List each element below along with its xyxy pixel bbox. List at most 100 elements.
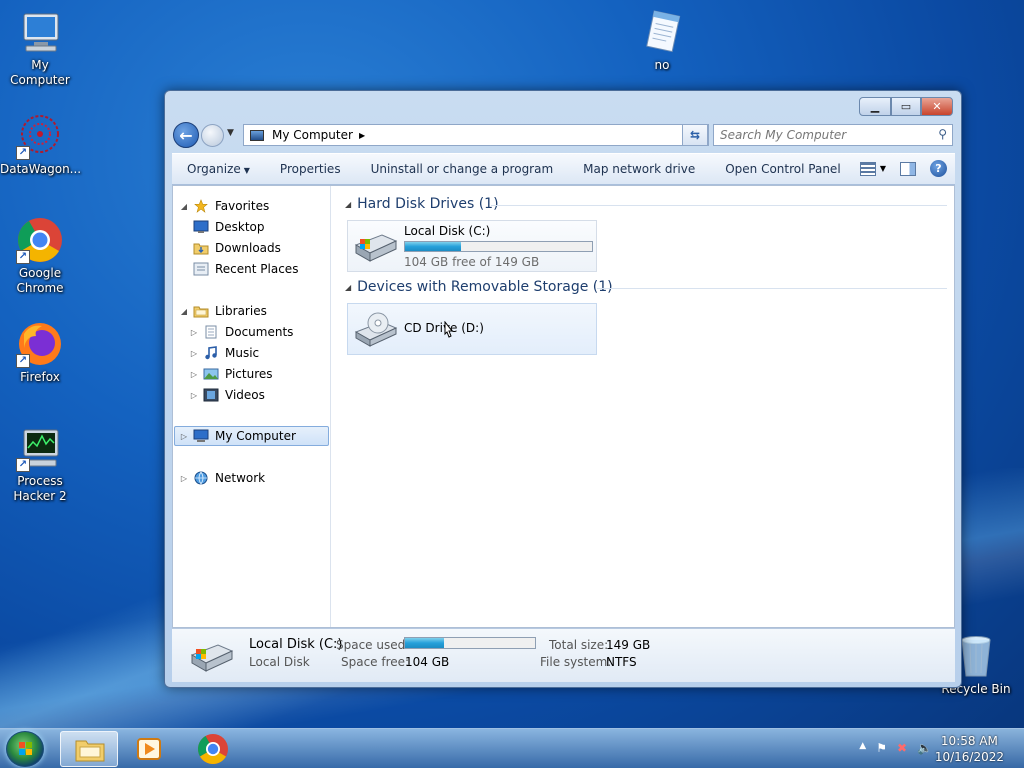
taskbar-chrome[interactable]	[184, 731, 242, 767]
nav-label: Desktop	[215, 220, 265, 234]
drive-usage-fill	[405, 242, 462, 251]
expanded-triangle-icon[interactable]: ◢	[345, 283, 351, 292]
help-icon[interactable]: ?	[930, 160, 947, 177]
open-control-panel-button[interactable]: Open Control Panel	[710, 162, 855, 176]
search-placeholder: Search My Computer	[720, 128, 847, 142]
collapsed-triangle-icon[interactable]: ▷	[179, 474, 189, 483]
preview-pane-icon[interactable]	[900, 161, 916, 176]
taskbar: ▲ ⚑ ✖ 🔈 10:58 AM 10/16/2022	[0, 728, 1024, 768]
close-button[interactable]: ✕	[921, 97, 953, 116]
command-bar: Organize ▼ Properties Uninstall or change…	[172, 153, 955, 185]
nav-label: Favorites	[215, 199, 270, 213]
documents-icon	[205, 325, 217, 339]
videos-icon	[203, 388, 219, 402]
details-usage-fill	[405, 638, 444, 648]
collapsed-triangle-icon[interactable]: ▷	[189, 370, 199, 379]
shortcut-arrow-icon: ↗	[16, 146, 30, 160]
properties-button[interactable]: Properties	[265, 162, 356, 176]
action-center-icon[interactable]: ⚑	[876, 741, 887, 755]
forward-button[interactable]	[201, 124, 224, 147]
map-network-drive-button[interactable]: Map network drive	[568, 162, 710, 176]
address-bar[interactable]: My Computer ▶ ▼	[243, 124, 709, 146]
start-button[interactable]	[6, 731, 44, 767]
drive-name: Local Disk (C:)	[404, 224, 491, 238]
desktop-icon-firefox[interactable]: ↗ Firefox	[0, 320, 80, 385]
nav-documents[interactable]: ▷ Documents	[189, 322, 294, 342]
search-input[interactable]: Search My Computer ⚲	[713, 124, 953, 146]
group-label: Devices with Removable Storage (1)	[357, 279, 613, 295]
group-header-hard-disk-drives[interactable]: ◢ Hard Disk Drives (1)	[345, 196, 499, 212]
details-file-system-label: File system:	[540, 655, 612, 669]
close-icon: ✕	[932, 100, 942, 113]
expanded-triangle-icon[interactable]: ◢	[179, 202, 189, 211]
nav-favorites[interactable]: ◢ Favorites	[179, 196, 269, 216]
desktop-icon-no[interactable]: no	[622, 8, 702, 73]
expanded-triangle-icon[interactable]: ◢	[345, 200, 351, 209]
breadcrumb-arrow-icon[interactable]: ▶	[359, 131, 365, 140]
breadcrumb-my-computer[interactable]: My Computer	[272, 128, 353, 142]
chrome-icon	[197, 734, 228, 765]
clock[interactable]: 10:58 AM 10/16/2022	[935, 733, 1004, 765]
change-view-icon[interactable]	[859, 161, 876, 176]
uninstall-program-button[interactable]: Uninstall or change a program	[356, 162, 569, 176]
nav-label: Music	[225, 346, 260, 360]
explorer-window: ▁ ▭ ✕ ← ▼ My Computer ▶ ▼ ⇆ Search My Co…	[164, 90, 962, 688]
nav-label: Pictures	[225, 367, 273, 381]
nav-recent-places[interactable]: Recent Places	[193, 259, 298, 279]
windows-logo-icon	[19, 742, 32, 755]
star-icon	[194, 199, 208, 213]
nav-my-computer[interactable]: ▷ My Computer	[174, 426, 329, 446]
details-drive-type: Local Disk	[249, 655, 310, 669]
recent-pages-dropdown[interactable]: ▼	[227, 128, 234, 138]
navigation-pane: ◢ Favorites Desktop Downloads Recent Pla…	[173, 186, 331, 627]
desktop-icon-my-computer[interactable]: My Computer	[0, 8, 80, 88]
shortcut-arrow-icon: ↗	[16, 250, 30, 264]
collapsed-triangle-icon[interactable]: ▷	[179, 432, 189, 441]
group-divider	[597, 288, 947, 289]
desktop-icon-label: Google Chrome	[16, 266, 64, 295]
nav-network[interactable]: ▷ Network	[179, 468, 265, 488]
desktop-icon-process-hacker[interactable]: ↗ Process Hacker 2	[0, 424, 80, 504]
address-row: ← ▼ My Computer ▶ ▼ ⇆ Search My Computer…	[173, 122, 953, 148]
desktop-icon-datawagon[interactable]: ↗ DataWagon...	[0, 112, 81, 177]
volume-icon[interactable]: 🔈	[917, 741, 932, 755]
details-space-free: 104 GB	[405, 655, 450, 669]
nav-pictures[interactable]: ▷ Pictures	[189, 364, 273, 384]
collapsed-triangle-icon[interactable]: ▷	[189, 328, 199, 337]
minimize-button[interactable]: ▁	[859, 97, 891, 116]
process-hacker-icon: ↗	[16, 424, 64, 472]
drive-free-space: 104 GB free of 149 GB	[404, 255, 540, 269]
show-hidden-icons-icon[interactable]: ▲	[859, 741, 866, 755]
refresh-icon: ⇆	[689, 128, 701, 142]
drive-local-disk-c[interactable]: Local Disk (C:) 104 GB free of 149 GB	[347, 220, 597, 272]
taskbar-explorer[interactable]	[60, 731, 118, 767]
system-tray: ▲ ⚑ ✖ 🔈	[859, 741, 932, 755]
expanded-triangle-icon[interactable]: ◢	[179, 307, 189, 316]
view-options-dropdown-icon[interactable]: ▼	[880, 164, 886, 173]
nav-videos[interactable]: ▷ Videos	[189, 385, 265, 405]
back-button[interactable]: ←	[173, 122, 199, 148]
libraries-icon	[193, 306, 209, 318]
drive-cd-d[interactable]: CD Drive (D:)	[347, 303, 597, 355]
search-icon[interactable]: ⚲	[938, 127, 947, 141]
nav-label: Downloads	[215, 241, 281, 255]
collapsed-triangle-icon[interactable]: ▷	[189, 391, 199, 400]
nav-desktop[interactable]: Desktop	[193, 217, 265, 237]
nav-label: Libraries	[215, 304, 267, 318]
network-status-icon[interactable]: ✖	[897, 741, 907, 755]
nav-music[interactable]: ▷ Music	[189, 343, 259, 363]
desktop-icon-chrome[interactable]: ↗ Google Chrome	[0, 216, 80, 296]
organize-button[interactable]: Organize ▼	[172, 162, 265, 176]
network-icon	[194, 471, 208, 485]
computer-icon	[250, 129, 264, 141]
refresh-button[interactable]: ⇆	[682, 124, 708, 146]
nav-libraries[interactable]: ◢ Libraries	[179, 301, 267, 321]
notepad-icon	[638, 8, 686, 56]
details-space-used-label: Space used:	[336, 638, 410, 652]
collapsed-triangle-icon[interactable]: ▷	[189, 349, 199, 358]
cd-drive-icon	[354, 312, 398, 347]
nav-downloads[interactable]: Downloads	[193, 238, 281, 258]
maximize-button[interactable]: ▭	[891, 97, 921, 116]
taskbar-media-player[interactable]	[120, 731, 178, 767]
group-header-removable-storage[interactable]: ◢ Devices with Removable Storage (1)	[345, 279, 613, 295]
